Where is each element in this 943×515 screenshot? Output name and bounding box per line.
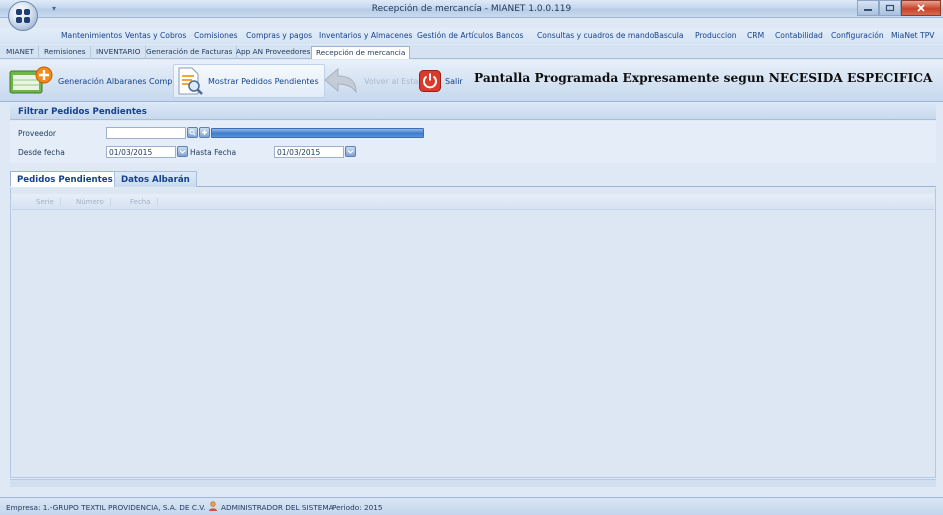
menu-mianet-tpv[interactable]: MiaNet TPV: [891, 31, 934, 40]
app-logo-icon: [15, 8, 31, 24]
power-icon: [419, 70, 441, 92]
grid-column-fecha[interactable]: Fecha: [130, 198, 158, 206]
plus-icon: [202, 130, 207, 135]
menu-inventarios[interactable]: Inventarios y Almacenes: [319, 31, 412, 40]
sheet-add-icon: [9, 66, 53, 94]
window-controls: [857, 0, 941, 16]
menu-produccion[interactable]: Produccion: [695, 31, 737, 40]
chevron-down-icon: [347, 150, 354, 154]
doc-tab-mianet[interactable]: MIANET: [2, 46, 39, 59]
ribbon-message: Pantalla Programada Expresamente segun N…: [474, 71, 933, 85]
search-icon: [189, 129, 196, 136]
window-title: Recepción de mercancía - MIANET 1.0.0.11…: [371, 4, 572, 14]
proveedor-input[interactable]: [106, 127, 186, 139]
doc-tab-app-proveedores[interactable]: App AN Proveedores: [232, 46, 316, 59]
maximize-icon: [885, 4, 895, 12]
tab-pedidos-pendientes[interactable]: Pedidos Pendientes: [10, 171, 120, 187]
menu-bascula[interactable]: Bascula: [654, 31, 684, 40]
filter-panel: Proveedor Desde fecha 01/03/2015 Hasta F…: [10, 121, 936, 163]
menu-ventas-cobros[interactable]: Ventas y Cobros: [125, 31, 186, 40]
salir-button[interactable]: Salir: [419, 64, 463, 98]
doc-tab-remisiones[interactable]: Remisiones: [40, 46, 91, 59]
proveedor-search-button[interactable]: [187, 127, 198, 138]
salir-label: Salir: [445, 76, 463, 86]
close-icon: [917, 4, 925, 12]
desde-fecha-input[interactable]: 01/03/2015: [106, 146, 176, 158]
pedidos-grid: Serie Número Fecha: [10, 188, 936, 478]
status-empresa: Empresa: 1.-GRUPO TEXTIL PROVIDENCIA, S.…: [6, 503, 206, 512]
filter-section-title: Filtrar Pedidos Pendientes: [18, 107, 147, 117]
doc-tab-generacion-facturas[interactable]: Generación de Facturas: [142, 46, 238, 59]
menu-crm[interactable]: CRM: [747, 31, 764, 40]
grid-column-numero[interactable]: Número: [76, 198, 111, 206]
user-icon: [209, 501, 217, 511]
hasta-fecha-input[interactable]: 01/03/2015: [274, 146, 344, 158]
status-periodo: Periodo: 2015: [332, 503, 383, 512]
menu-gestion-articulos[interactable]: Gestión de Artículos: [417, 31, 493, 40]
application-menu-button[interactable]: [8, 1, 38, 31]
menu-mantenimientos[interactable]: Mantenimientos: [61, 31, 122, 40]
main-menu: Mantenimientos Ventas y Cobros Comisione…: [0, 28, 943, 44]
menu-consultas[interactable]: Consultas y cuadros de mando: [537, 31, 654, 40]
proveedor-name-bar: [211, 128, 424, 138]
document-tabs: MIANET Remisiones INVENTARIO Generación …: [0, 45, 943, 59]
minimize-icon: [864, 9, 872, 11]
close-button[interactable]: [901, 0, 941, 16]
tab-datos-albaran[interactable]: Datos Albarán: [114, 171, 197, 187]
filter-section-header: Filtrar Pedidos Pendientes: [10, 104, 936, 120]
status-bar: Empresa: 1.-GRUPO TEXTIL PROVIDENCIA, S.…: [0, 497, 943, 515]
proveedor-label: Proveedor: [18, 129, 56, 138]
desde-fecha-label: Desde fecha: [18, 148, 65, 157]
menu-compras-pagos[interactable]: Compras y pagos: [246, 31, 312, 40]
grid-header: Serie Número Fecha: [12, 194, 934, 210]
menu-comisiones[interactable]: Comisiones: [194, 31, 238, 40]
generacion-albaranes-button[interactable]: Generación Albaranes Compra: [8, 64, 181, 98]
menu-contabilidad[interactable]: Contabilidad: [775, 31, 823, 40]
menu-bancos[interactable]: Bancos: [496, 31, 523, 40]
doc-tab-recepcion-mercancia[interactable]: Recepción de mercancia: [311, 46, 411, 59]
minimize-button[interactable]: [857, 0, 879, 16]
ribbon-toolbar: Generación Albaranes Compra Mostrar Pedi…: [0, 60, 943, 102]
doc-tab-inventario[interactable]: INVENTARIO: [92, 46, 146, 59]
menu-configuracion[interactable]: Configuración: [831, 31, 884, 40]
back-arrow-icon: [324, 67, 357, 94]
grid-column-serie[interactable]: Serie: [36, 198, 61, 206]
status-usuario: ADMINISTRADOR DEL SISTEMA: [221, 503, 334, 512]
content-tabs: Pedidos Pendientes Datos Albarán: [10, 170, 936, 187]
volver-estado-button[interactable]: Volver al Estado: [322, 64, 428, 98]
mostrar-pedidos-label: Mostrar Pedidos Pendientes: [208, 76, 319, 86]
mostrar-pedidos-button[interactable]: Mostrar Pedidos Pendientes: [173, 64, 325, 98]
horizontal-scrollbar[interactable]: [10, 479, 936, 487]
chevron-down-icon: [179, 150, 186, 154]
title-bar: ▾ Recepción de mercancía - MIANET 1.0.0.…: [0, 0, 943, 18]
hasta-fecha-label: Hasta Fecha: [190, 148, 237, 157]
maximize-button[interactable]: [879, 0, 901, 16]
generacion-albaranes-label: Generación Albaranes Compra: [58, 76, 181, 86]
proveedor-add-button[interactable]: [199, 127, 210, 138]
desde-fecha-dropdown-button[interactable]: [177, 146, 188, 157]
hasta-fecha-dropdown-button[interactable]: [345, 146, 356, 157]
document-search-icon: [178, 67, 203, 95]
